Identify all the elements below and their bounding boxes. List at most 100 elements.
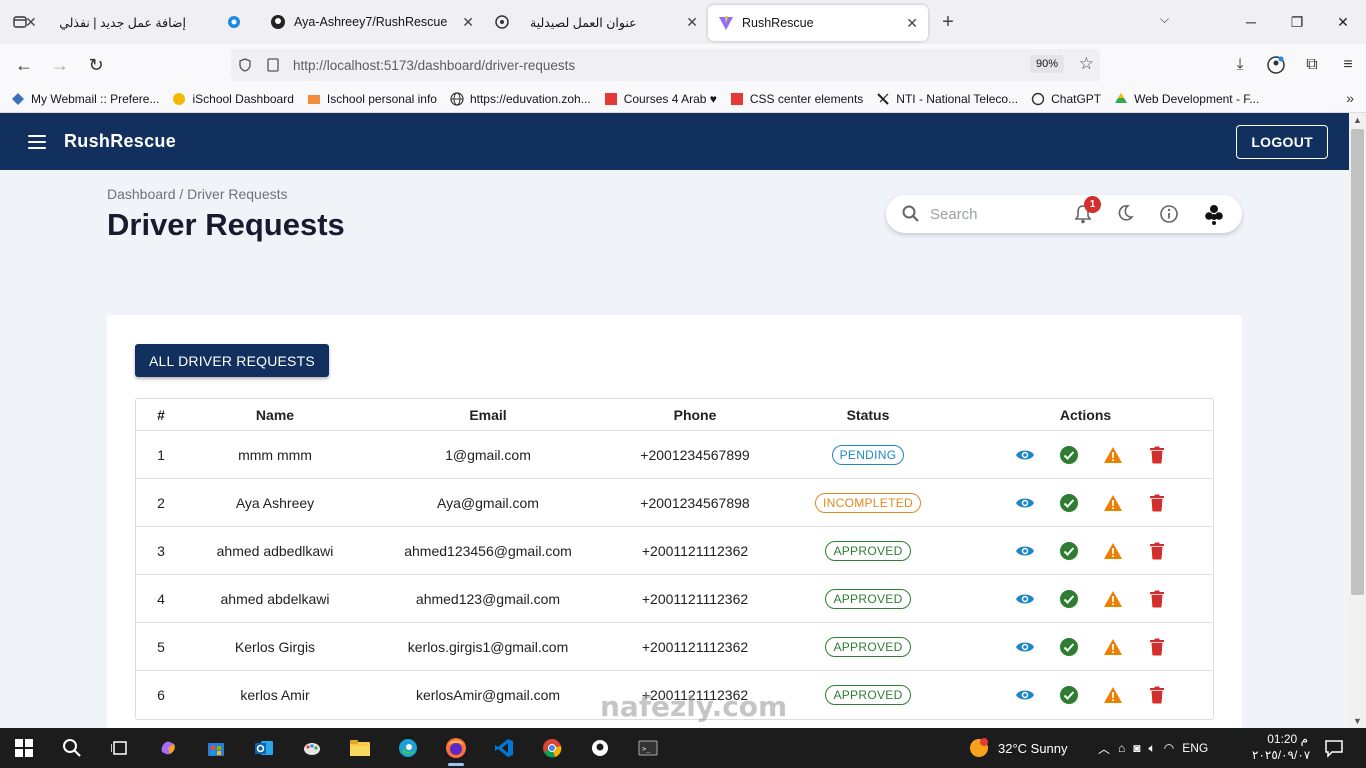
bookmark-item[interactable]: Ischool personal info bbox=[306, 91, 437, 107]
view-icon[interactable] bbox=[1015, 592, 1035, 606]
more-bookmarks-icon[interactable]: » bbox=[1346, 90, 1354, 106]
approve-icon[interactable] bbox=[1059, 445, 1079, 465]
approve-icon[interactable] bbox=[1059, 589, 1079, 609]
close-icon[interactable]: ✕ bbox=[25, 14, 37, 31]
warning-icon[interactable] bbox=[1103, 542, 1123, 560]
search-input[interactable] bbox=[930, 205, 1048, 223]
reload-icon[interactable]: ↻ bbox=[78, 49, 114, 81]
driver-requests-card: ALL DRIVER REQUESTS # Name Email Phone S… bbox=[107, 315, 1242, 735]
store-icon[interactable] bbox=[192, 728, 240, 768]
minimize-icon[interactable]: ─ bbox=[1228, 14, 1274, 30]
task-view-icon[interactable] bbox=[96, 728, 144, 768]
notifications-icon[interactable]: 1 bbox=[1074, 196, 1101, 224]
warning-icon[interactable] bbox=[1103, 590, 1123, 608]
delete-icon[interactable] bbox=[1147, 638, 1167, 656]
warning-icon[interactable] bbox=[1103, 446, 1123, 464]
close-icon[interactable]: ✕ bbox=[462, 14, 474, 31]
bookmark-item[interactable]: https://eduvation.zoh... bbox=[449, 91, 591, 107]
edge-icon[interactable] bbox=[384, 728, 432, 768]
user-icon[interactable] bbox=[1204, 204, 1224, 226]
dark-mode-icon[interactable] bbox=[1116, 204, 1134, 222]
status-cell: APPROVED bbox=[778, 540, 958, 561]
close-icon[interactable]: ✕ bbox=[906, 15, 918, 32]
vscode-icon[interactable] bbox=[480, 728, 528, 768]
camera-icon[interactable]: ◙ bbox=[1133, 741, 1140, 755]
view-icon[interactable] bbox=[1015, 496, 1035, 510]
bookmarks-bar: My Webmail :: Prefere... iSchool Dashboa… bbox=[0, 86, 1366, 113]
notification-center-icon[interactable] bbox=[1324, 738, 1344, 761]
weather-widget[interactable]: 32°C Sunny bbox=[968, 728, 1068, 768]
column-header-phone: Phone bbox=[673, 406, 717, 423]
bookmark-star-icon[interactable]: ☆ bbox=[1079, 54, 1094, 74]
bookmark-item[interactable]: iSchool Dashboard bbox=[171, 91, 294, 107]
download-icon[interactable]: ⤓ bbox=[1222, 56, 1258, 74]
file-explorer-icon[interactable] bbox=[336, 728, 384, 768]
warning-icon[interactable] bbox=[1103, 686, 1123, 704]
delete-icon[interactable] bbox=[1147, 590, 1167, 608]
page-icon[interactable] bbox=[259, 58, 287, 72]
view-icon[interactable] bbox=[1015, 544, 1035, 558]
info-icon[interactable] bbox=[1159, 204, 1179, 224]
hamburger-menu-icon[interactable] bbox=[28, 134, 52, 149]
shield-icon[interactable] bbox=[231, 58, 259, 72]
chevron-down-icon[interactable]: ⌵ bbox=[1160, 12, 1169, 27]
terminal-icon[interactable]: >_ bbox=[624, 728, 672, 768]
firefox-icon[interactable] bbox=[432, 728, 480, 768]
clock[interactable]: 01:20 م ٢٠٢٥/٠٩/٠٧ bbox=[1252, 731, 1310, 763]
network-icon[interactable]: ⌂ bbox=[1118, 741, 1125, 755]
view-icon[interactable] bbox=[1015, 688, 1035, 702]
delete-icon[interactable] bbox=[1147, 494, 1167, 512]
zoom-level[interactable]: 90% bbox=[1029, 55, 1064, 73]
back-icon[interactable]: ← bbox=[6, 49, 42, 81]
url-bar[interactable]: http://localhost:5173/dashboard/driver-r… bbox=[231, 49, 1100, 81]
menu-icon[interactable]: ≡ bbox=[1330, 56, 1366, 74]
extensions-icon[interactable]: ⧉ bbox=[1294, 56, 1330, 74]
delete-icon[interactable] bbox=[1147, 542, 1167, 560]
warning-icon[interactable] bbox=[1103, 638, 1123, 656]
bookmark-item[interactable]: ChatGPT bbox=[1030, 91, 1101, 107]
account-icon[interactable] bbox=[1258, 56, 1294, 74]
paint-icon[interactable] bbox=[288, 728, 336, 768]
approve-icon[interactable] bbox=[1059, 541, 1079, 561]
scroll-up-icon[interactable]: ▲ bbox=[1353, 115, 1362, 125]
close-icon[interactable]: ✕ bbox=[686, 14, 698, 31]
tab-nafezly[interactable]: إضافة عمل جديد | نفذلي ✕ bbox=[25, 4, 260, 40]
restore-icon[interactable]: ❐ bbox=[1274, 14, 1320, 31]
view-icon[interactable] bbox=[1015, 640, 1035, 654]
logout-button[interactable]: LOGOUT bbox=[1236, 125, 1328, 159]
browser-tab-bar: إضافة عمل جديد | نفذلي ✕ Aya-Ashreey7/Ru… bbox=[0, 0, 1366, 44]
bookmark-item[interactable]: CSS center elements bbox=[729, 91, 863, 107]
windows-start-icon[interactable] bbox=[0, 728, 48, 768]
new-tab-button[interactable]: + bbox=[928, 11, 968, 34]
approve-icon[interactable] bbox=[1059, 637, 1079, 657]
bookmark-item[interactable]: Web Development - F... bbox=[1113, 91, 1259, 107]
warning-icon[interactable] bbox=[1103, 494, 1123, 512]
driver-email: kerlosAmir@gmail.com bbox=[415, 687, 561, 703]
chevron-up-icon[interactable]: ︿ bbox=[1098, 740, 1110, 757]
page-scrollbar[interactable]: ▲ ▼ bbox=[1349, 113, 1366, 728]
view-icon[interactable] bbox=[1015, 448, 1035, 462]
bookmark-item[interactable]: Courses 4 Arab ♥ bbox=[603, 91, 717, 107]
outlook-icon[interactable] bbox=[240, 728, 288, 768]
approve-icon[interactable] bbox=[1059, 493, 1079, 513]
bookmark-item[interactable]: My Webmail :: Prefere... bbox=[10, 91, 159, 107]
approve-icon[interactable] bbox=[1059, 685, 1079, 705]
close-window-icon[interactable]: ✕ bbox=[1320, 14, 1366, 31]
bookmark-item[interactable]: NTI - National Teleco... bbox=[875, 91, 1018, 107]
delete-icon[interactable] bbox=[1147, 686, 1167, 704]
search-icon[interactable] bbox=[48, 728, 96, 768]
scrollbar-thumb[interactable] bbox=[1351, 129, 1364, 595]
tab-chatgpt[interactable]: عنوان العمل لصيدلية ✕ bbox=[484, 4, 708, 40]
delete-icon[interactable] bbox=[1147, 446, 1167, 464]
scroll-down-icon[interactable]: ▼ bbox=[1353, 716, 1362, 726]
tab-github[interactable]: Aya-Ashreey7/RushRescue ✕ bbox=[260, 4, 484, 40]
volume-icon[interactable]: 🔈︎ bbox=[1149, 741, 1156, 756]
github-desktop-icon[interactable] bbox=[576, 728, 624, 768]
forward-icon[interactable]: → bbox=[42, 49, 78, 81]
tab-rushrescue[interactable]: RushRescue ✕ bbox=[708, 5, 928, 41]
all-driver-requests-button[interactable]: ALL DRIVER REQUESTS bbox=[135, 344, 329, 377]
wifi-icon[interactable]: ◠ bbox=[1164, 741, 1174, 755]
chrome-icon[interactable] bbox=[528, 728, 576, 768]
copilot-icon[interactable] bbox=[144, 728, 192, 768]
language-indicator[interactable]: ENG bbox=[1182, 741, 1208, 755]
